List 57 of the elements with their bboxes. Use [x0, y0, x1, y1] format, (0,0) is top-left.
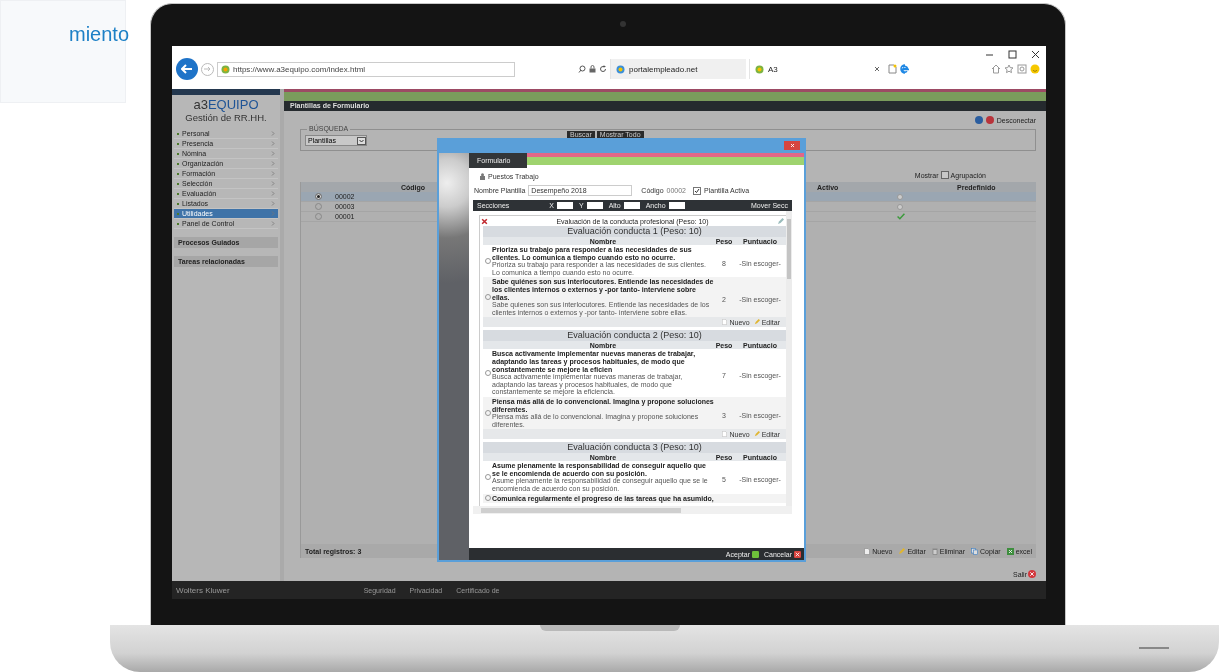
close-tab-icon[interactable] [874, 66, 880, 72]
vertical-scrollbar[interactable] [786, 211, 792, 507]
horizontal-scrollbar[interactable] [473, 506, 792, 515]
refresh-icon[interactable] [599, 65, 607, 73]
people-icon [479, 173, 486, 180]
close-button[interactable] [784, 141, 800, 150]
group-title: Evaluación conducta 2 (Peso: 10) [483, 330, 786, 342]
port-mark [1139, 647, 1169, 649]
pencil-icon [898, 547, 906, 555]
coordinate-field[interactable] [586, 202, 603, 209]
close-icon [1028, 570, 1036, 578]
delete-icon[interactable] [481, 217, 488, 225]
star-icon[interactable] [1004, 64, 1014, 74]
site-icon [616, 64, 625, 74]
coordinate-field[interactable] [623, 202, 640, 209]
brand-text: Wolters Kluwer [176, 585, 230, 595]
new-tab-icon[interactable] [888, 64, 897, 74]
logo-text: a3EQUIPO [192, 98, 260, 112]
power-icon[interactable] [985, 116, 994, 124]
cancel-icon [794, 550, 801, 558]
close-icon[interactable] [1031, 50, 1040, 59]
coordinate-field[interactable] [556, 202, 573, 209]
browser-tab[interactable]: portalempleado.net [610, 59, 746, 79]
close-icon [789, 143, 795, 148]
coordinate-field[interactable] [668, 202, 685, 209]
site-icon [221, 64, 230, 74]
grouping-checkbox[interactable] [940, 171, 949, 179]
group-title: Evaluación conducta 3 (Peso: 10) [483, 442, 786, 454]
maximize-icon[interactable] [1008, 50, 1017, 59]
accept-icon [752, 550, 759, 558]
forward-button[interactable] [201, 62, 214, 76]
caption-text: miento [69, 23, 130, 45]
url-text: https://www.a3equipo.com/index.html [233, 64, 366, 74]
document-icon [864, 547, 871, 555]
copy-icon [971, 547, 979, 555]
address-field[interactable]: https://www.a3equipo.com/index.html [217, 61, 515, 77]
camera-dot [619, 21, 626, 27]
document-icon [722, 431, 728, 438]
active-checkbox[interactable] [693, 186, 701, 195]
app-subtitle: Gestión de RR.HH. [184, 112, 268, 123]
forward-arrow-icon [204, 66, 211, 72]
browser-logo-icon [900, 64, 910, 74]
search-icon[interactable] [578, 65, 586, 73]
settings-icon[interactable] [1017, 64, 1027, 74]
back-arrow-icon [181, 64, 193, 74]
document-icon [722, 319, 728, 326]
help-icon[interactable] [974, 116, 983, 124]
smiley-icon[interactable] [1030, 64, 1040, 74]
trash-icon [931, 547, 938, 555]
home-icon[interactable] [991, 64, 1001, 74]
group-title: Evaluación conducta 1 (Peso: 10) [483, 226, 786, 237]
spreadsheet-icon [1006, 547, 1014, 555]
pencil-icon[interactable] [777, 217, 784, 225]
lock-icon [589, 65, 596, 73]
back-button[interactable] [176, 58, 198, 80]
dropdown-icon [357, 136, 366, 145]
site-icon [755, 64, 764, 74]
